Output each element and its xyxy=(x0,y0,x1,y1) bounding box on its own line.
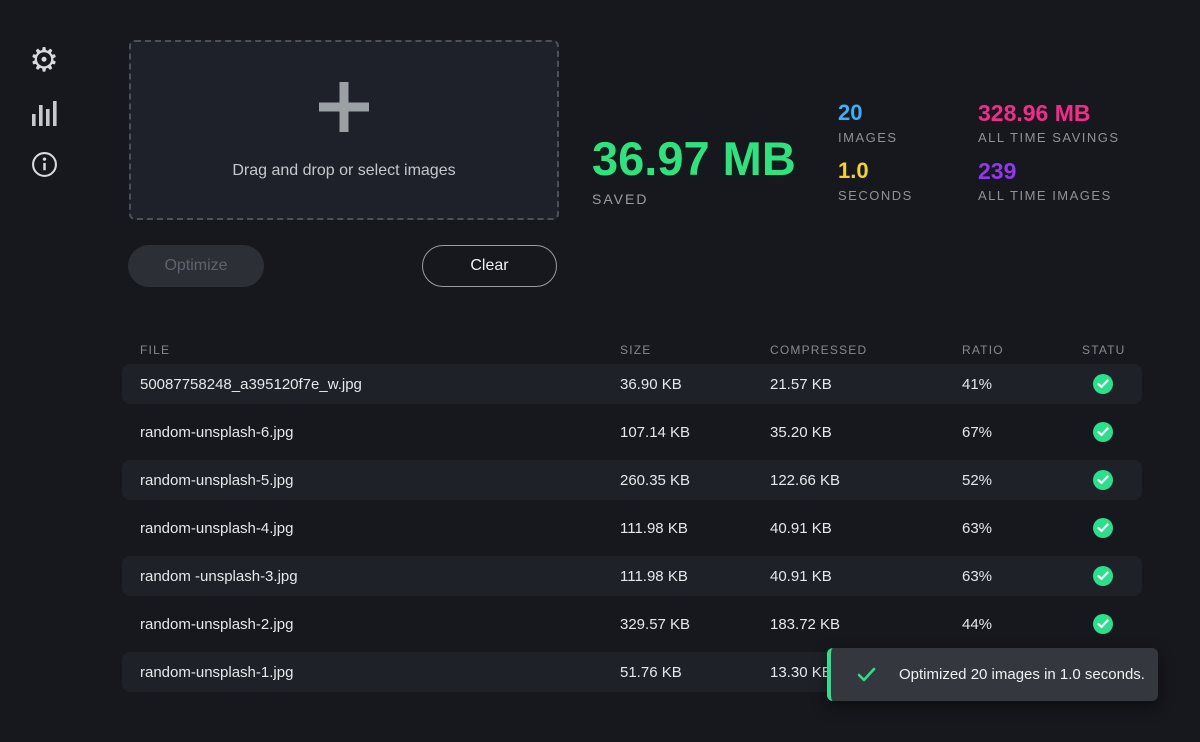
file-compressed: 35.20 KB xyxy=(770,424,962,441)
status-check-icon xyxy=(1093,614,1113,634)
file-name: random-unsplash-6.jpg xyxy=(140,424,620,441)
table-row: random-unsplash-6.jpg 107.14 KB 35.20 KB… xyxy=(122,412,1142,452)
status-check-icon xyxy=(1093,374,1113,394)
about-button[interactable] xyxy=(27,148,61,180)
seconds-value: 1.0 xyxy=(838,158,913,184)
status-check-icon xyxy=(1093,422,1113,442)
table-body: 50087758248_a395120f7e_w.jpg 36.90 KB 21… xyxy=(122,364,1142,692)
file-status xyxy=(1082,566,1124,586)
file-status xyxy=(1082,422,1124,442)
session-stats: 20 IMAGES 1.0 SECONDS xyxy=(838,100,913,204)
file-ratio: 67% xyxy=(962,424,1082,441)
table-row: random-unsplash-2.jpg 329.57 KB 183.72 K… xyxy=(122,604,1142,644)
file-ratio: 52% xyxy=(962,472,1082,489)
saved-value: 36.97 MB xyxy=(592,134,796,184)
plus-icon xyxy=(317,80,371,134)
images-label: IMAGES xyxy=(838,130,913,146)
file-size: 51.76 KB xyxy=(620,664,770,681)
file-size: 111.98 KB xyxy=(620,520,770,537)
seconds-label: SECONDS xyxy=(838,188,913,204)
file-compressed: 183.72 KB xyxy=(770,616,962,633)
file-compressed: 21.57 KB xyxy=(770,376,962,393)
sidebar: ⚙ xyxy=(0,0,88,742)
settings-button[interactable]: ⚙ xyxy=(27,44,61,76)
file-ratio: 44% xyxy=(962,616,1082,633)
all-time-images-label: ALL TIME IMAGES xyxy=(978,188,1120,204)
all-time-stats: 328.96 MB ALL TIME SAVINGS 239 ALL TIME … xyxy=(978,100,1120,204)
file-name: random -unsplash-3.jpg xyxy=(140,568,620,585)
status-check-icon xyxy=(1093,518,1113,538)
table-row: random-unsplash-5.jpg 260.35 KB 122.66 K… xyxy=(122,460,1142,500)
info-icon xyxy=(31,151,58,178)
clear-button[interactable]: Clear xyxy=(422,245,557,287)
all-time-savings-label: ALL TIME SAVINGS xyxy=(978,130,1120,146)
saved-summary: 36.97 MB SAVED xyxy=(592,134,796,207)
file-name: random-unsplash-2.jpg xyxy=(140,616,620,633)
status-check-icon xyxy=(1093,566,1113,586)
file-name: random-unsplash-1.jpg xyxy=(140,664,620,681)
results-table: FILE SIZE COMPRESSED RATIO STATUS 500877… xyxy=(122,336,1142,700)
header-file: FILE xyxy=(140,343,620,357)
file-status xyxy=(1082,518,1124,538)
gear-icon: ⚙ xyxy=(29,44,59,76)
file-name: random-unsplash-5.jpg xyxy=(140,472,620,489)
file-name: 50087758248_a395120f7e_w.jpg xyxy=(140,376,620,393)
file-ratio: 63% xyxy=(962,568,1082,585)
toast-message: Optimized 20 images in 1.0 seconds. xyxy=(899,666,1145,683)
file-status xyxy=(1082,374,1124,394)
status-check-icon xyxy=(1093,470,1113,490)
stats-button[interactable] xyxy=(27,96,61,128)
toast-check-icon xyxy=(857,667,876,682)
table-row: random -unsplash-3.jpg 111.98 KB 40.91 K… xyxy=(122,556,1142,596)
header-ratio: RATIO xyxy=(962,343,1082,357)
file-ratio: 41% xyxy=(962,376,1082,393)
file-compressed: 122.66 KB xyxy=(770,472,962,489)
file-size: 111.98 KB xyxy=(620,568,770,585)
dropzone-label: Drag and drop or select images xyxy=(232,162,455,180)
images-count: 20 xyxy=(838,100,913,126)
saved-label: SAVED xyxy=(592,191,796,207)
bar-chart-icon xyxy=(30,98,58,126)
file-ratio: 63% xyxy=(962,520,1082,537)
dropzone[interactable]: Drag and drop or select images xyxy=(129,40,559,220)
file-compressed: 40.91 KB xyxy=(770,568,962,585)
table-header: FILE SIZE COMPRESSED RATIO STATUS xyxy=(122,336,1142,364)
table-row: random-unsplash-4.jpg 111.98 KB 40.91 KB… xyxy=(122,508,1142,548)
file-status xyxy=(1082,614,1124,634)
header-status: STATUS xyxy=(1082,343,1124,357)
file-size: 36.90 KB xyxy=(620,376,770,393)
file-compressed: 40.91 KB xyxy=(770,520,962,537)
table-row: 50087758248_a395120f7e_w.jpg 36.90 KB 21… xyxy=(122,364,1142,404)
file-size: 329.57 KB xyxy=(620,616,770,633)
file-size: 260.35 KB xyxy=(620,472,770,489)
file-status xyxy=(1082,470,1124,490)
header-compressed: COMPRESSED xyxy=(770,343,962,357)
toast-notification: Optimized 20 images in 1.0 seconds. xyxy=(827,648,1158,701)
all-time-images-value: 239 xyxy=(978,158,1120,184)
file-name: random-unsplash-4.jpg xyxy=(140,520,620,537)
header-size: SIZE xyxy=(620,343,770,357)
file-size: 107.14 KB xyxy=(620,424,770,441)
optimize-button[interactable]: Optimize xyxy=(128,245,264,287)
all-time-savings-value: 328.96 MB xyxy=(978,100,1120,126)
